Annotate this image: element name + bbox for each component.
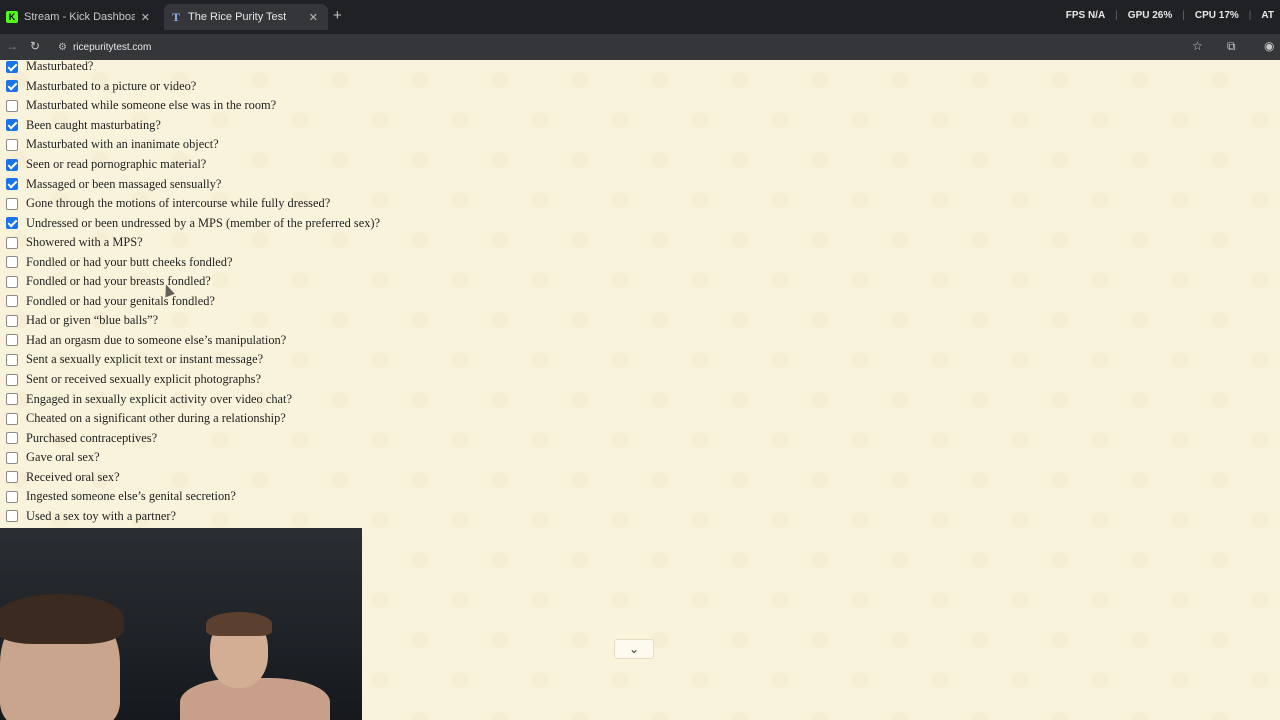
rice-purity-icon: T: [171, 9, 180, 24]
question-label[interactable]: Fondled or had your genitals fondled?: [26, 294, 215, 309]
question-item[interactable]: Showered with a MPS?: [6, 233, 380, 253]
question-checkbox[interactable]: [6, 334, 18, 347]
close-icon[interactable]: ✕: [309, 11, 318, 24]
browser-tab-bar: K Stream - Kick Dashboard ✕ T The Rice P…: [0, 0, 1280, 34]
question-label[interactable]: Received oral sex?: [26, 470, 120, 485]
puzzle-icon[interactable]: ⧉: [1227, 39, 1236, 54]
close-icon[interactable]: ✕: [141, 11, 150, 24]
question-label[interactable]: Gave oral sex?: [26, 450, 100, 465]
question-label[interactable]: Engaged in sexually explicit activity ov…: [26, 392, 292, 407]
question-list: Masturbated? Masturbated to a picture or …: [6, 60, 380, 526]
question-label[interactable]: Masturbated while someone else was in th…: [26, 98, 276, 113]
question-item[interactable]: Gave oral sex?: [6, 448, 380, 468]
question-label[interactable]: Gone through the motions of intercourse …: [26, 196, 330, 211]
question-checkbox[interactable]: [6, 80, 18, 93]
question-item[interactable]: Cheated on a significant other during a …: [6, 409, 380, 429]
reload-icon[interactable]: ↻: [30, 39, 40, 53]
back-arrow-icon[interactable]: →: [6, 39, 18, 53]
new-tab-button[interactable]: +: [333, 7, 342, 24]
question-item[interactable]: Masturbated?: [6, 60, 380, 77]
extra-stat: AT: [1261, 10, 1274, 21]
question-item[interactable]: Purchased contraceptives?: [6, 428, 380, 448]
question-label[interactable]: Masturbated with an inanimate object?: [26, 137, 219, 152]
site-info-icon[interactable]: ⚙: [58, 42, 67, 53]
question-item[interactable]: Masturbated while someone else was in th…: [6, 96, 380, 116]
star-icon[interactable]: ☆: [1192, 39, 1203, 53]
question-label[interactable]: Been caught masturbating?: [26, 118, 161, 133]
question-item[interactable]: Seen or read pornographic material?: [6, 155, 380, 175]
question-checkbox[interactable]: [6, 217, 18, 230]
question-checkbox[interactable]: [6, 451, 18, 464]
question-checkbox[interactable]: [6, 490, 18, 503]
question-checkbox[interactable]: [6, 236, 18, 249]
kick-icon: K: [6, 11, 18, 23]
question-label[interactable]: Massaged or been massaged sensually?: [26, 177, 221, 192]
question-item[interactable]: Used a sex toy with a partner?: [6, 507, 380, 527]
question-label[interactable]: Fondled or had your butt cheeks fondled?: [26, 255, 232, 270]
question-checkbox[interactable]: [6, 373, 18, 386]
question-item[interactable]: Had an orgasm due to someone else’s mani…: [6, 331, 380, 351]
chevron-down-icon[interactable]: ⌄: [614, 639, 654, 659]
question-item[interactable]: Had or given “blue balls”?: [6, 311, 380, 331]
question-checkbox[interactable]: [6, 471, 18, 484]
question-label[interactable]: Masturbated?: [26, 60, 93, 74]
question-label[interactable]: Ingested someone else’s genital secretio…: [26, 489, 236, 504]
address-bar: → ↻ ⚙ ricepuritytest.com ☆ ⧉ ◉: [0, 34, 1280, 60]
question-checkbox[interactable]: [6, 412, 18, 425]
question-label[interactable]: Showered with a MPS?: [26, 235, 143, 250]
question-item[interactable]: Undressed or been undressed by a MPS (me…: [6, 213, 380, 233]
question-label[interactable]: Had an orgasm due to someone else’s mani…: [26, 333, 286, 348]
question-label[interactable]: Cheated on a significant other during a …: [26, 411, 286, 426]
tab-kick-dashboard[interactable]: K Stream - Kick Dashboard ✕: [0, 4, 160, 30]
question-checkbox[interactable]: [6, 256, 18, 269]
question-checkbox[interactable]: [6, 432, 18, 445]
question-item[interactable]: Sent or received sexually explicit photo…: [6, 370, 380, 390]
question-item[interactable]: Been caught masturbating?: [6, 116, 380, 136]
question-checkbox[interactable]: [6, 178, 18, 191]
url-text: ricepuritytest.com: [72, 41, 152, 53]
question-checkbox[interactable]: [6, 119, 18, 132]
fps-stat: FPS N/A: [1065, 10, 1106, 21]
question-checkbox[interactable]: [6, 510, 18, 523]
question-label[interactable]: Sent or received sexually explicit photo…: [26, 372, 261, 387]
tab-title: Stream - Kick Dashboard: [24, 11, 135, 23]
question-checkbox[interactable]: [6, 158, 18, 171]
question-checkbox[interactable]: [6, 60, 18, 73]
question-item[interactable]: Gone through the motions of intercourse …: [6, 194, 380, 214]
profile-icon[interactable]: ◉: [1264, 39, 1274, 53]
question-checkbox[interactable]: [6, 295, 18, 308]
question-checkbox[interactable]: [6, 393, 18, 406]
question-checkbox[interactable]: [6, 353, 18, 366]
question-item[interactable]: Masturbated with an inanimate object?: [6, 135, 380, 155]
question-item[interactable]: Received oral sex?: [6, 467, 380, 487]
question-label[interactable]: Fondled or had your breasts fondled?: [26, 274, 211, 289]
question-item[interactable]: Engaged in sexually explicit activity ov…: [6, 389, 380, 409]
question-label[interactable]: Had or given “blue balls”?: [26, 313, 158, 328]
question-checkbox[interactable]: [6, 314, 18, 327]
question-checkbox[interactable]: [6, 138, 18, 151]
cpu-stat: CPU 17%: [1194, 10, 1239, 21]
question-item[interactable]: Masturbated to a picture or video?: [6, 77, 380, 97]
question-label[interactable]: Masturbated to a picture or video?: [26, 79, 196, 94]
question-item[interactable]: Fondled or had your genitals fondled?: [6, 292, 380, 312]
question-item[interactable]: Massaged or been massaged sensually?: [6, 174, 380, 194]
tab-title: The Rice Purity Test: [188, 11, 287, 23]
question-checkbox[interactable]: [6, 275, 18, 288]
question-label[interactable]: Purchased contraceptives?: [26, 431, 157, 446]
question-item[interactable]: Sent a sexually explicit text or instant…: [6, 350, 380, 370]
question-checkbox[interactable]: [6, 197, 18, 210]
question-label[interactable]: Seen or read pornographic material?: [26, 157, 206, 172]
webcam-overlay: [0, 528, 362, 720]
question-item[interactable]: Fondled or had your butt cheeks fondled?: [6, 252, 380, 272]
tab-rice-purity-test[interactable]: T The Rice Purity Test ✕: [164, 4, 328, 30]
question-label[interactable]: Undressed or been undressed by a MPS (me…: [26, 216, 380, 231]
question-checkbox[interactable]: [6, 99, 18, 112]
url-field[interactable]: ⚙ ricepuritytest.com: [58, 38, 151, 56]
question-label[interactable]: Used a sex toy with a partner?: [26, 509, 176, 524]
performance-overlay: FPS N/A | GPU 26% | CPU 17% | AT: [1065, 10, 1274, 21]
gpu-stat: GPU 26%: [1127, 10, 1173, 21]
question-label[interactable]: Sent a sexually explicit text or instant…: [26, 352, 263, 367]
question-item[interactable]: Ingested someone else’s genital secretio…: [6, 487, 380, 507]
question-item[interactable]: Fondled or had your breasts fondled?: [6, 272, 380, 292]
